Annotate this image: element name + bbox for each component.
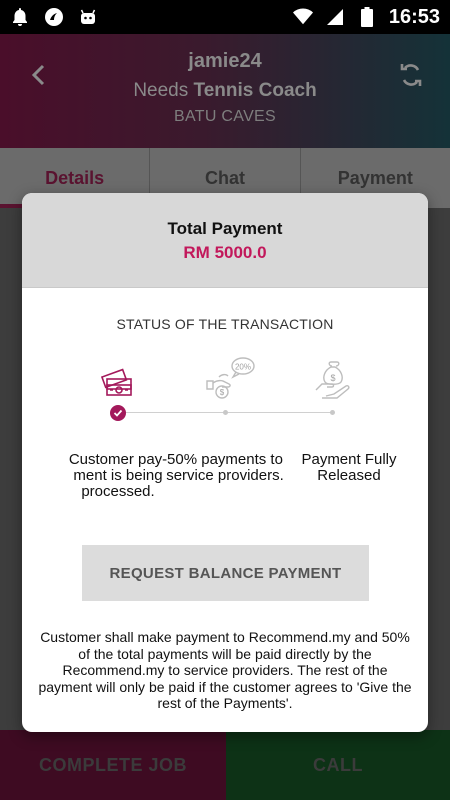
complete-job-button[interactable]: COMPLETE JOB — [0, 730, 226, 800]
step-label-released: Payment Fully Released — [301, 451, 397, 484]
service-name: Tennis Coach — [193, 80, 317, 101]
notification-bell-icon — [10, 7, 30, 27]
svg-text:$: $ — [220, 388, 225, 397]
app-notification-icon — [44, 7, 64, 27]
location: BATU CAVES — [174, 108, 276, 125]
status-bar: 16:53 — [0, 0, 450, 34]
step-dot — [223, 410, 228, 415]
payment-terms-note: Customer shall make payment to Recommend… — [38, 629, 412, 711]
step-label-processing: Customer pay-ment is being processed. — [68, 451, 168, 500]
bottom-action-bar: COMPLETE JOB CALL — [0, 730, 450, 800]
total-amount: RM 5000.0 — [183, 243, 267, 262]
call-button[interactable]: CALL — [226, 730, 450, 800]
signal-icon — [325, 7, 345, 27]
dialog-title: Total Payment — [167, 219, 283, 238]
refresh-button[interactable] — [396, 60, 426, 90]
needs-prefix: Needs — [133, 80, 189, 101]
svg-text:$: $ — [330, 373, 335, 383]
battery-icon — [357, 7, 377, 27]
percent-badge: 20% — [235, 363, 251, 372]
dialog-header: Total Payment RM 5000.0 — [22, 193, 428, 288]
money-stack-icon — [97, 361, 141, 405]
payment-status-dialog: Total Payment RM 5000.0 STATUS OF THE TR… — [22, 193, 428, 732]
username: jamie24 — [188, 50, 262, 72]
step-completed-check-icon — [110, 405, 126, 421]
status-time: 16:53 — [388, 5, 440, 28]
refresh-icon — [400, 64, 422, 86]
wifi-icon — [292, 7, 313, 27]
step-label-partial: 50% payments to service providers. — [166, 451, 284, 484]
step-dot — [330, 410, 335, 415]
hand-coin-icon: 20% $ — [203, 353, 257, 405]
job-header: jamie24 Needs Tennis Coach BATU CAVES — [0, 34, 450, 148]
android-icon — [78, 7, 98, 27]
request-balance-payment-button[interactable]: REQUEST BALANCE PAYMENT — [82, 545, 369, 601]
money-bag-hand-icon: $ — [312, 358, 356, 402]
service-needed: Needs Tennis Coach — [0, 80, 450, 102]
transaction-status-title: STATUS OF THE TRANSACTION — [116, 316, 334, 332]
